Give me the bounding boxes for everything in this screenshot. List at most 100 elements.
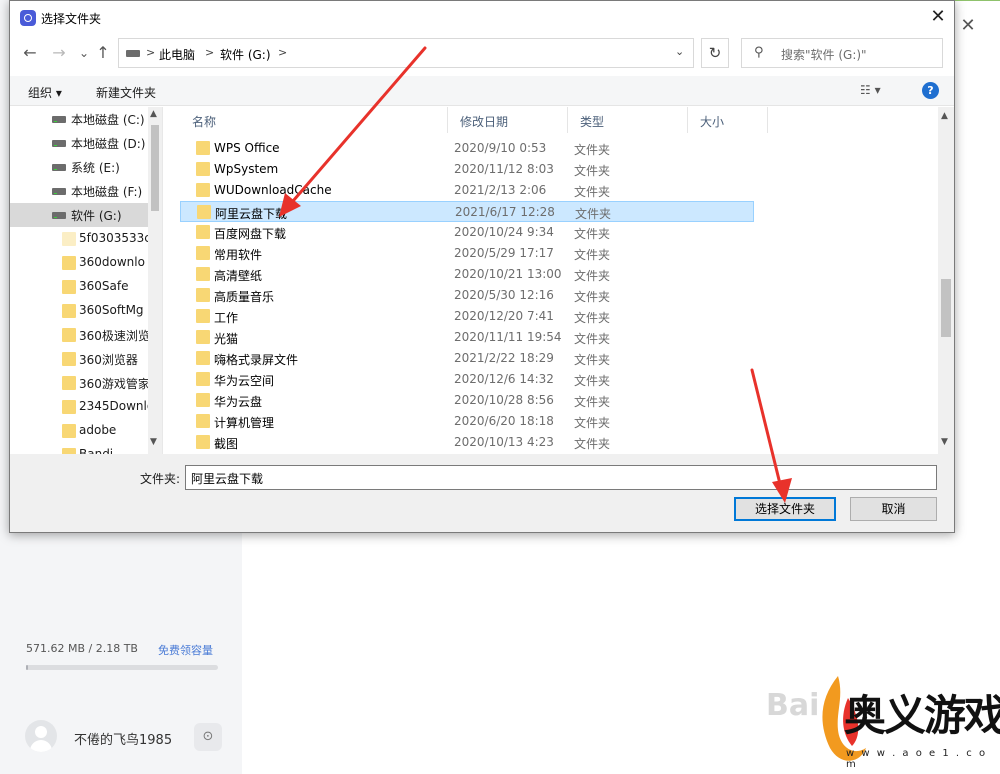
organize-menu-button[interactable]: 组织 ▾ — [28, 84, 62, 101]
table-row[interactable]: 华为云盘 2020/10/28 8:56 文件夹 — [180, 390, 754, 411]
row-date: 2020/10/28 8:56 — [454, 393, 554, 407]
sidebar-item-label: 系统 (E:) — [71, 161, 120, 175]
row-date: 2020/5/29 17:17 — [454, 246, 554, 260]
sidebar-item-drive[interactable]: 本地磁盘 (C:) — [10, 107, 148, 131]
folder-icon — [62, 424, 76, 438]
select-folder-button[interactable]: 选择文件夹 — [734, 497, 836, 521]
table-row[interactable]: 截图 2020/10/13 4:23 文件夹 — [180, 432, 754, 453]
free-storage-link[interactable]: 免费领容量 — [158, 642, 213, 658]
row-name: 高质量音乐 — [214, 290, 275, 304]
forward-arrow-icon[interactable]: → — [49, 43, 69, 63]
breadcrumb-this-pc[interactable]: 此电脑 — [159, 46, 195, 63]
cancel-button[interactable]: 取消 — [850, 497, 937, 521]
new-folder-button[interactable]: 新建文件夹 — [96, 84, 156, 101]
file-list-scrollbar[interactable]: ▲ ▼ — [938, 107, 954, 454]
sidebar-item-label: 软件 (G:) — [71, 209, 122, 223]
table-row[interactable]: 华为云空间 2020/12/6 14:32 文件夹 — [180, 369, 754, 390]
sidebar-item-folder[interactable]: adobe — [10, 419, 148, 443]
row-name: 华为云空间 — [214, 374, 275, 388]
sidebar-item-folder[interactable]: 360极速浏览 — [10, 323, 150, 347]
help-icon[interactable]: ? — [922, 82, 939, 99]
scrollbar-thumb[interactable] — [941, 279, 951, 337]
folder-icon — [196, 246, 210, 260]
folder-icon — [196, 183, 210, 197]
sidebar-item-drive[interactable]: 本地磁盘 (F:) — [10, 179, 148, 203]
breadcrumb-separator-icon[interactable]: > — [278, 46, 287, 59]
column-type-label: 类型 — [580, 115, 605, 129]
sidebar-item-folder[interactable]: 360downlo — [10, 251, 148, 275]
folder-name-field[interactable]: 阿里云盘下载 — [185, 465, 937, 490]
row-name: 常用软件 — [214, 248, 263, 262]
avatar[interactable] — [25, 720, 57, 752]
drive-icon — [52, 188, 66, 195]
up-arrow-icon[interactable]: ↑ — [93, 43, 113, 63]
table-row[interactable]: WpSystem 2020/11/12 8:03 文件夹 — [180, 159, 754, 180]
table-row[interactable]: WUDownloadCache 2021/2/13 2:06 文件夹 — [180, 180, 754, 201]
refresh-icon[interactable]: ↻ — [701, 38, 729, 68]
recent-locations-chevron-icon[interactable]: ⌄ — [74, 43, 94, 63]
column-header-size[interactable]: 大小 — [688, 107, 768, 133]
sidebar-item-label: 360SoftMg — [79, 303, 144, 317]
sidebar-item-label: 360游戏管家 — [79, 377, 150, 391]
column-name-label: 名称 — [192, 115, 217, 129]
pane-divider[interactable] — [162, 107, 163, 454]
scroll-up-icon[interactable]: ▲ — [941, 111, 948, 121]
sidebar-item-folder[interactable]: 2345Downlo — [10, 395, 154, 419]
scroll-up-icon[interactable]: ▲ — [150, 109, 157, 119]
breadcrumb-separator-icon[interactable]: > — [146, 46, 155, 59]
sidebar-item-drive[interactable]: 软件 (G:) — [10, 203, 148, 227]
sidebar-item-label: 360Safe — [79, 279, 129, 293]
sidebar-item-label: Bandi — [79, 447, 114, 454]
search-input[interactable]: ⚲ 搜索"软件 (G:)" — [741, 38, 943, 68]
breadcrumb-drive-g[interactable]: 软件 (G:) — [220, 46, 271, 63]
row-date: 2021/6/17 12:28 — [455, 205, 555, 219]
back-arrow-icon[interactable]: ← — [20, 43, 40, 63]
address-bar[interactable]: > 此电脑 > 软件 (G:) > ⌄ — [118, 38, 694, 68]
table-row[interactable]: 高清壁纸 2020/10/21 13:00 文件夹 — [180, 264, 754, 285]
table-row[interactable]: 常用软件 2020/5/29 17:17 文件夹 — [180, 243, 754, 264]
user-settings-icon[interactable]: ⊙ — [194, 723, 222, 751]
row-type: 文件夹 — [574, 185, 611, 199]
column-size-label: 大小 — [700, 115, 725, 129]
sidebar-item-folder[interactable]: Bandi — [10, 443, 148, 454]
sidebar-item-drive[interactable]: 系统 (E:) — [10, 155, 148, 179]
background-close-icon[interactable]: ✕ — [958, 16, 978, 36]
table-row[interactable]: 计算机管理 2020/6/20 18:18 文件夹 — [180, 411, 754, 432]
scroll-down-icon[interactable]: ▼ — [150, 437, 157, 447]
table-row[interactable]: 光猫 2020/11/11 19:54 文件夹 — [180, 327, 754, 348]
folder-icon — [196, 393, 210, 407]
view-options-icon[interactable]: ☷ ▾ — [860, 83, 881, 97]
table-row[interactable]: WPS Office 2020/9/10 0:53 文件夹 — [180, 138, 754, 159]
sidebar-item-folder[interactable]: 360Safe — [10, 275, 148, 299]
address-dropdown-icon[interactable]: ⌄ — [675, 45, 684, 58]
row-name: 截图 — [214, 437, 239, 451]
sidebar-item-folder[interactable]: 360浏览器 — [10, 347, 148, 371]
column-header-type[interactable]: 类型 — [568, 107, 688, 133]
storage-progress-fill — [26, 665, 28, 670]
sidebar-item-folder[interactable]: 360SoftMg — [10, 299, 148, 323]
dialog-titlebar[interactable]: 选择文件夹 ✕ — [10, 1, 954, 33]
dialog-close-icon[interactable]: ✕ — [926, 5, 950, 29]
table-row[interactable]: 高质量音乐 2020/5/30 12:16 文件夹 — [180, 285, 754, 306]
folder-icon — [62, 304, 76, 318]
tree-scrollbar[interactable]: ▲ ▼ — [148, 107, 162, 454]
scroll-down-icon[interactable]: ▼ — [941, 437, 948, 447]
row-name: WUDownloadCache — [214, 183, 332, 197]
sidebar-item-drive[interactable]: 本地磁盘 (D:) — [10, 131, 148, 155]
row-type: 文件夹 — [574, 143, 611, 157]
table-row[interactable]: 百度网盘下载 2020/10/24 9:34 文件夹 — [180, 222, 754, 243]
sidebar-item-folder[interactable]: 360游戏管家 — [10, 371, 150, 395]
column-header-date[interactable]: 修改日期 — [448, 107, 568, 133]
column-header-name[interactable]: 名称 ^ — [180, 107, 448, 133]
row-type: 文件夹 — [574, 437, 611, 451]
breadcrumb-separator-icon[interactable]: > — [205, 46, 214, 59]
row-type: 文件夹 — [574, 227, 611, 241]
scrollbar-thumb[interactable] — [151, 125, 159, 211]
folder-icon — [196, 414, 210, 428]
row-name: 光猫 — [214, 332, 239, 346]
sidebar-item-folder[interactable]: 5f0303533c — [10, 227, 151, 251]
table-row[interactable]: 嗨格式录屏文件 2021/2/22 18:29 文件夹 — [180, 348, 754, 369]
drive-icon — [52, 212, 66, 219]
table-row[interactable]: 工作 2020/12/20 7:41 文件夹 — [180, 306, 754, 327]
table-row[interactable]: 阿里云盘下载 2021/6/17 12:28 文件夹 — [180, 201, 754, 222]
